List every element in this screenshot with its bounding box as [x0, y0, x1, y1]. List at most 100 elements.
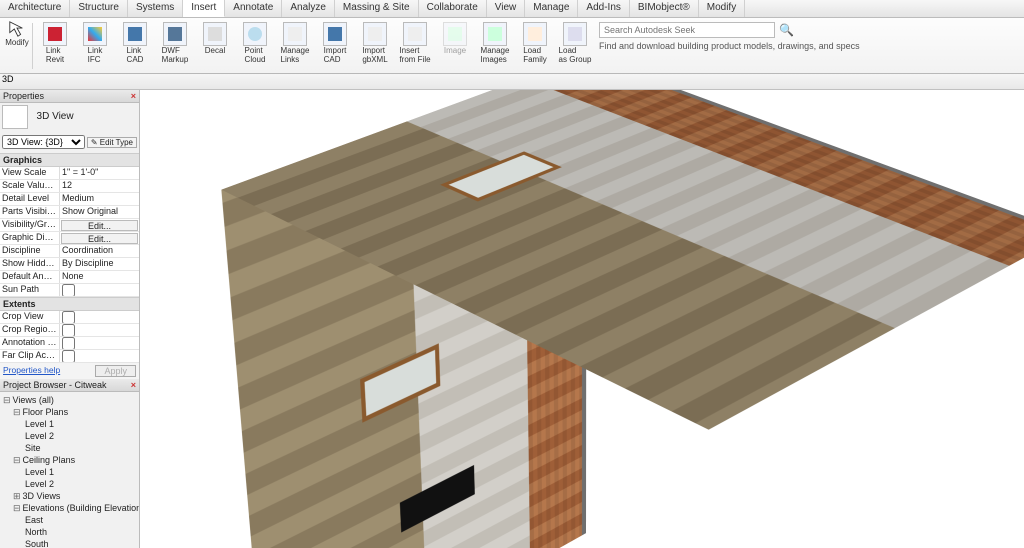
edit-button[interactable]: Edit... — [61, 233, 138, 244]
menu-tab-add-ins[interactable]: Add-Ins — [578, 0, 629, 17]
tree-node[interactable]: Level 2 — [3, 478, 136, 490]
options-bar-label: 3D — [2, 74, 14, 84]
prop-key: View Scale — [0, 167, 60, 179]
ribbon-link-revit[interactable]: LinkRevit — [35, 20, 75, 72]
prop-row: Visibility/Grap...Edit... — [0, 219, 139, 232]
tree-node[interactable]: ⊟Ceiling Plans — [3, 454, 136, 466]
prop-value[interactable]: 12 — [60, 180, 139, 192]
prop-value[interactable]: None — [60, 271, 139, 283]
search-input[interactable] — [599, 22, 775, 38]
view-type-icon — [2, 105, 28, 129]
prop-value[interactable]: Medium — [60, 193, 139, 205]
prop-value[interactable]: 1" = 1'-0" — [60, 167, 139, 179]
ribbon-decal[interactable]: Decal — [195, 20, 235, 72]
prop-value[interactable]: Show Original — [60, 206, 139, 218]
ribbon: Modify LinkRevitLinkIFCLinkCADDWFMarkupD… — [0, 18, 1024, 74]
tree-toggle-icon[interactable]: ⊟ — [3, 395, 11, 405]
prop-checkbox[interactable] — [62, 350, 75, 362]
properties-help-link[interactable]: Properties help — [3, 365, 60, 377]
edit-button[interactable]: Edit... — [61, 220, 138, 231]
modify-label: Modify — [5, 38, 29, 47]
dwf-icon — [163, 22, 187, 46]
prop-row: Crop Region V... — [0, 324, 139, 337]
tree-toggle-icon[interactable]: ⊟ — [13, 455, 21, 465]
prop-key: Sun Path — [0, 284, 60, 296]
tree-node[interactable]: East — [3, 514, 136, 526]
tree-node[interactable]: Level 2 — [3, 430, 136, 442]
cad-icon — [323, 22, 347, 46]
tree-node[interactable]: ⊟Floor Plans — [3, 406, 136, 418]
menu-tab-collaborate[interactable]: Collaborate — [419, 0, 487, 17]
prop-checkbox[interactable] — [62, 324, 75, 336]
prop-key: Crop Region V... — [0, 324, 60, 336]
tree-node[interactable]: North — [3, 526, 136, 538]
search-icon[interactable]: 🔍 — [779, 23, 794, 37]
group-icon — [563, 22, 587, 46]
menu-tab-view[interactable]: View — [487, 0, 526, 17]
tree-toggle-icon[interactable]: ⊞ — [13, 491, 21, 501]
prop-value[interactable]: By Discipline — [60, 258, 139, 270]
prop-key: Default Analys... — [0, 271, 60, 283]
tree-node[interactable]: Site — [3, 442, 136, 454]
prop-row: Crop View — [0, 311, 139, 324]
close-icon[interactable]: × — [131, 380, 136, 390]
ribbon-link-cad[interactable]: LinkCAD — [115, 20, 155, 72]
prop-row: Far Clip Active — [0, 350, 139, 363]
menu-tab-bimobject-[interactable]: BIMobject® — [630, 0, 699, 17]
edit-type-button[interactable]: ✎ Edit Type — [87, 137, 137, 148]
prop-key: Discipline — [0, 245, 60, 257]
rvt-icon — [43, 22, 67, 46]
project-browser-title: Project Browser - Citweak × — [0, 379, 139, 392]
prop-row: Graphic Displa...Edit... — [0, 232, 139, 245]
menu-tab-annotate[interactable]: Annotate — [225, 0, 282, 17]
sidebar: Properties × 3D View 3D View: {3D} ✎ Edi… — [0, 90, 140, 548]
menu-tab-analyze[interactable]: Analyze — [282, 0, 335, 17]
menu-tab-modify[interactable]: Modify — [699, 0, 745, 17]
tree-toggle-icon[interactable]: ⊟ — [13, 503, 21, 513]
close-icon[interactable]: × — [131, 91, 136, 101]
ribbon-load-family[interactable]: LoadFamily — [515, 20, 555, 72]
prop-key: Crop View — [0, 311, 60, 323]
prop-checkbox[interactable] — [62, 311, 75, 323]
tree-node[interactable]: Level 1 — [3, 418, 136, 430]
prop-key: Far Clip Active — [0, 350, 60, 362]
ribbon-point-cloud[interactable]: PointCloud — [235, 20, 275, 72]
tree-node[interactable]: ⊟Views (all) — [3, 394, 136, 406]
family-icon — [523, 22, 547, 46]
ribbon-manage-images[interactable]: ManageImages — [475, 20, 515, 72]
prop-row: View Scale1" = 1'-0" — [0, 167, 139, 180]
menu-tab-structure[interactable]: Structure — [70, 0, 128, 17]
ribbon-import-gbxml[interactable]: ImportgbXML — [355, 20, 395, 72]
prop-checkbox[interactable] — [62, 337, 75, 349]
apply-button[interactable]: Apply — [95, 365, 136, 377]
modify-tool[interactable]: Modify — [4, 20, 30, 47]
prop-row: Default Analys...None — [0, 271, 139, 284]
tree-toggle-icon[interactable]: ⊟ — [13, 407, 21, 417]
prop-key: Scale Value 1: — [0, 180, 60, 192]
prop-row: Show Hidden ...By Discipline — [0, 258, 139, 271]
prop-row: Annotation Cr... — [0, 337, 139, 350]
ribbon-import-cad[interactable]: ImportCAD — [315, 20, 355, 72]
view-selector[interactable]: 3D View: {3D} — [2, 135, 85, 149]
ribbon-insert-from-file[interactable]: Insertfrom File — [395, 20, 435, 72]
decal-icon — [203, 22, 227, 46]
prop-checkbox[interactable] — [62, 284, 75, 296]
menu-tab-systems[interactable]: Systems — [128, 0, 183, 17]
search-description: Find and download building product model… — [599, 41, 1016, 51]
menu-tab-manage[interactable]: Manage — [525, 0, 578, 17]
ribbon-dwf-markup[interactable]: DWFMarkup — [155, 20, 195, 72]
menu-tab-insert[interactable]: Insert — [183, 0, 225, 17]
tree-node[interactable]: South — [3, 538, 136, 548]
tree-node[interactable]: Level 1 — [3, 466, 136, 478]
tree-node[interactable]: ⊞3D Views — [3, 490, 136, 502]
ribbon-load-as-group[interactable]: Loadas Group — [555, 20, 595, 72]
ribbon-manage-links[interactable]: ManageLinks — [275, 20, 315, 72]
ribbon-link-ifc[interactable]: LinkIFC — [75, 20, 115, 72]
tree-node[interactable]: ⊟Elevations (Building Elevation) — [3, 502, 136, 514]
view-canvas[interactable] — [140, 90, 1024, 548]
prop-value[interactable]: Coordination — [60, 245, 139, 257]
prop-row: Sun Path — [0, 284, 139, 297]
menu-tab-architecture[interactable]: Architecture — [0, 0, 70, 17]
cloud-icon — [243, 22, 267, 46]
menu-tab-massing-site[interactable]: Massing & Site — [335, 0, 419, 17]
